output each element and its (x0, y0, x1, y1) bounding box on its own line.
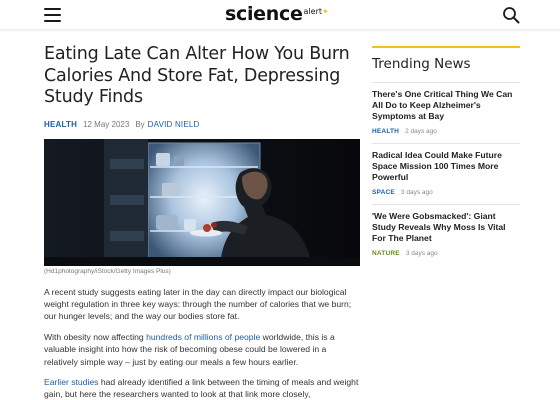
article-meta: HEALTH 12 May 2023 By DAVID NIELD (44, 119, 360, 131)
trending-tag[interactable]: HEALTH (372, 128, 399, 135)
trending-headline-link[interactable]: 'We Were Gobsmacked': Giant Study Reveal… (372, 211, 520, 244)
trending-tag[interactable]: SPACE (372, 189, 395, 196)
menu-bar (44, 14, 61, 17)
hamburger-menu-icon[interactable] (44, 8, 61, 23)
logo-wordmark: science (225, 3, 303, 25)
trending-time: 3 days ago (405, 249, 438, 257)
trending-headline-link[interactable]: There's One Critical Thing We Can All Do… (372, 89, 520, 122)
menu-bar (44, 8, 61, 11)
site-logo[interactable]: science alert ✦ (225, 2, 329, 28)
trending-tag[interactable]: NATURE (372, 250, 400, 257)
author-link[interactable]: DAVID NIELD (148, 120, 200, 129)
sidebar-accent-rule (372, 46, 520, 48)
menu-bar (44, 20, 61, 23)
trending-time: 2 days ago (405, 127, 437, 135)
trending-item: Radical Idea Could Make Future Space Mis… (372, 143, 520, 197)
image-caption: (Hd1photography/iStock/Getty Images Plus… (44, 267, 171, 275)
article-paragraph: With obesity now affecting hundreds of m… (44, 331, 360, 368)
search-icon[interactable] (502, 6, 520, 24)
inline-link[interactable]: Earlier studies (44, 377, 98, 387)
inline-link[interactable]: hundreds of millions of people (146, 332, 260, 342)
trending-meta: NATURE 3 days ago (372, 248, 520, 258)
trending-meta: HEALTH 2 days ago (372, 126, 520, 136)
trending-item: There's One Critical Thing We Can All Do… (372, 82, 520, 136)
trending-headline-link[interactable]: Radical Idea Could Make Future Space Mis… (372, 150, 520, 183)
logo-star-icon: ✦ (322, 7, 329, 16)
by-label: By (135, 120, 145, 129)
article-paragraph: Earlier studies had already identified a… (44, 376, 360, 400)
logo-subtext: alert (303, 7, 323, 16)
trending-heading: Trending News (372, 56, 471, 72)
trending-meta: SPACE 3 days ago (372, 187, 520, 197)
trending-item: 'We Were Gobsmacked': Giant Study Reveal… (372, 204, 520, 258)
article-title: Eating Late Can Alter How You Burn Calor… (44, 44, 350, 107)
category-link[interactable]: HEALTH (44, 120, 77, 129)
trending-time: 3 days ago (400, 188, 433, 196)
trending-sidebar: Trending News There's One Critical Thing… (372, 46, 520, 258)
article: Eating Late Can Alter How You Burn Calor… (44, 44, 360, 400)
article-paragraph: A recent study suggests eating later in … (44, 286, 352, 322)
hero-image (44, 138, 360, 266)
publish-date: 12 May 2023 (83, 120, 130, 129)
paragraph-text: With obesity now affecting (44, 331, 147, 342)
site-header: science alert ✦ (0, 0, 560, 30)
